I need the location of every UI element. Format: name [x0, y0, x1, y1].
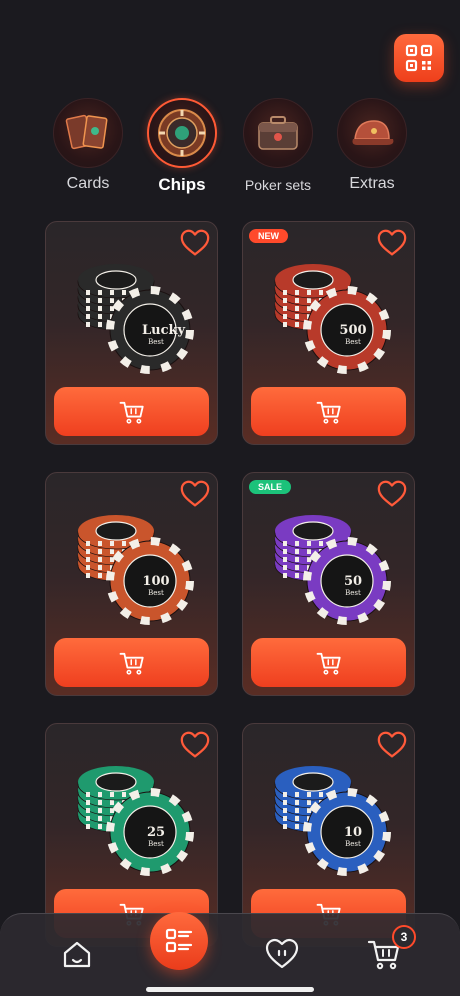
chip-stack-image — [77, 515, 194, 625]
category-label: Cards — [66, 175, 110, 192]
chip-label: Lucky — [142, 323, 186, 338]
category-extras[interactable]: Extras — [327, 98, 417, 193]
chip-stack-image — [274, 264, 391, 374]
favorite-heart-icon[interactable] — [376, 228, 408, 258]
chip-label: 100 — [142, 574, 170, 589]
add-to-cart-button[interactable] — [54, 387, 209, 436]
chip-sub-label: Best — [148, 840, 164, 848]
cards-icon — [53, 98, 123, 168]
category-chips[interactable]: Chips — [137, 98, 227, 195]
category-label: Extras — [349, 175, 395, 192]
product-card[interactable]: 100 Best — [45, 472, 218, 696]
product-badge: NEW — [249, 229, 288, 243]
chip-sub-label: Best — [345, 338, 361, 346]
tab-catalog[interactable] — [150, 912, 208, 970]
tab-bar — [0, 912, 460, 996]
chip-sub-label: Best — [148, 589, 164, 597]
chip-sub-label: Best — [345, 589, 361, 597]
catalog-icon — [165, 928, 193, 953]
category-poker-sets[interactable]: Poker sets — [233, 98, 323, 193]
chip-stack-image — [274, 766, 391, 876]
favorite-heart-icon[interactable] — [179, 730, 211, 760]
chips-icon — [147, 98, 217, 168]
cap-icon — [337, 98, 407, 168]
product-card[interactable]: Lucky Best — [45, 221, 218, 445]
cart-icon — [119, 401, 144, 424]
chip-label: 50 — [343, 574, 363, 589]
chip-stack-image — [77, 264, 194, 374]
favorite-heart-icon[interactable] — [376, 730, 408, 760]
category-cards[interactable]: Cards — [43, 98, 133, 193]
favorite-heart-icon[interactable] — [376, 479, 408, 509]
chip-label: 10 — [343, 825, 363, 840]
category-label: Chips — [158, 175, 206, 194]
favorite-heart-icon[interactable] — [179, 228, 211, 258]
add-to-cart-button[interactable] — [251, 387, 406, 436]
cart-count-badge: 3 — [392, 925, 416, 949]
cart-icon — [316, 652, 341, 675]
cart-icon — [316, 401, 341, 424]
home-icon — [63, 941, 91, 968]
favorites-icon — [265, 938, 299, 969]
favorite-heart-icon[interactable] — [179, 479, 211, 509]
product-card[interactable]: SALE 50 Best — [242, 472, 415, 696]
category-row: Cards Chips Poker sets Extras — [0, 98, 460, 198]
chip-label: 25 — [146, 825, 166, 840]
home-indicator — [146, 987, 314, 992]
cart-icon — [119, 652, 144, 675]
add-to-cart-button[interactable] — [251, 638, 406, 687]
chip-label: 500 — [339, 323, 367, 338]
category-label: Poker sets — [244, 177, 312, 193]
qr-code-icon — [405, 44, 433, 72]
qr-code-button[interactable] — [394, 34, 444, 82]
chip-sub-label: Best — [148, 338, 164, 346]
chip-stack-image — [274, 515, 391, 625]
add-to-cart-button[interactable] — [54, 638, 209, 687]
poker-case-icon — [243, 98, 313, 168]
tab-home[interactable] — [57, 934, 97, 974]
chip-sub-label: Best — [345, 840, 361, 848]
product-card[interactable]: NEW 500 Best — [242, 221, 415, 445]
product-badge: SALE — [249, 480, 292, 494]
tab-favorites[interactable] — [262, 934, 302, 974]
chip-stack-image — [77, 766, 194, 876]
